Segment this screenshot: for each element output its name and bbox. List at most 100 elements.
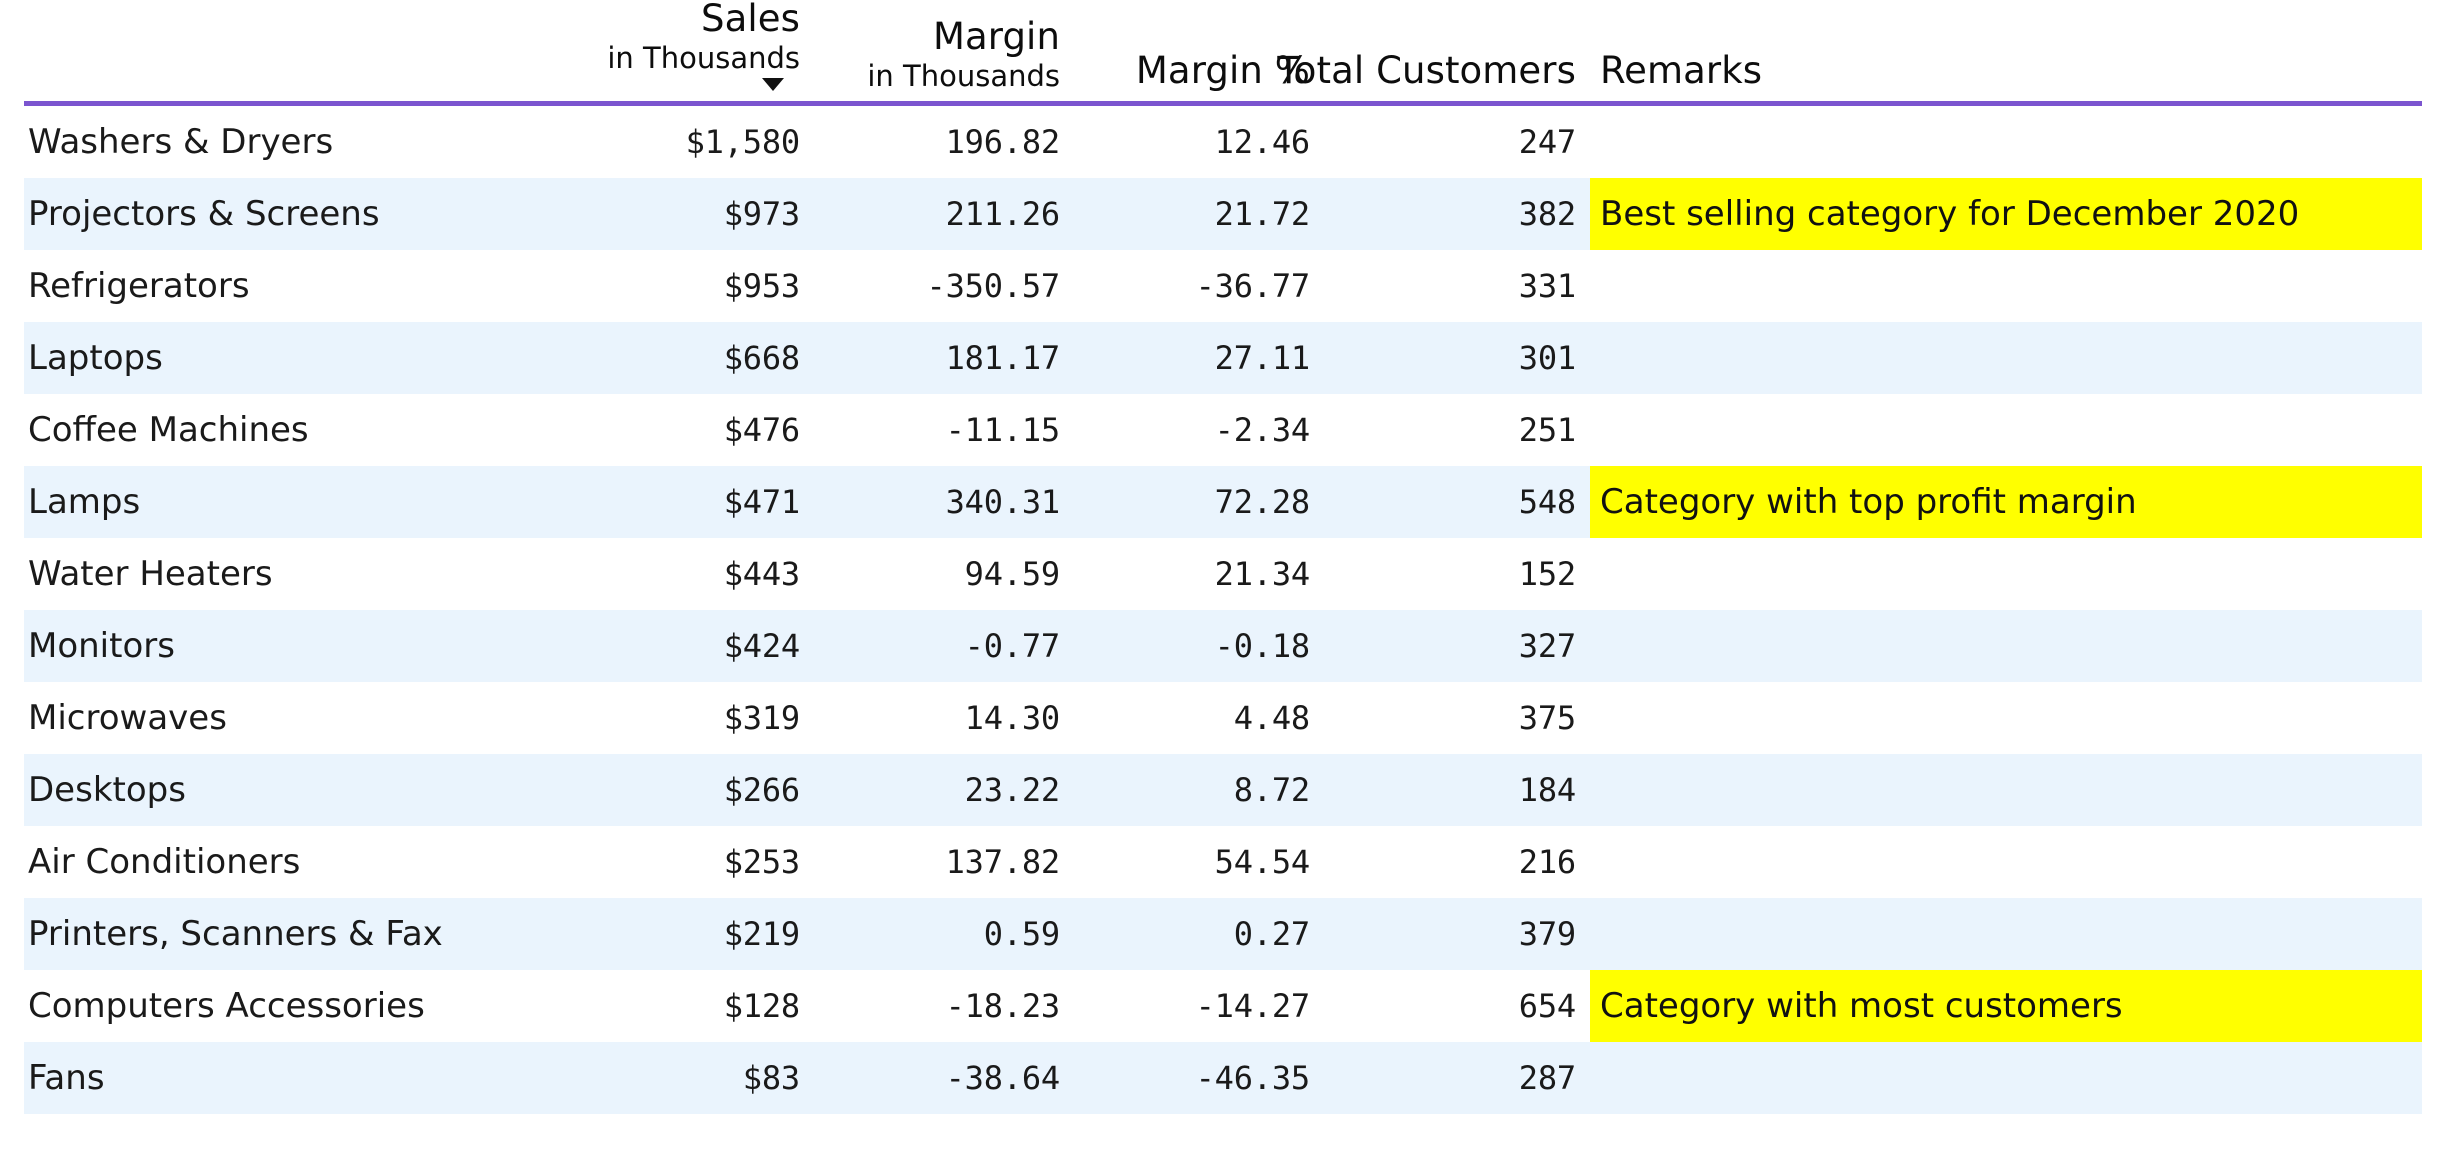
column-header-title: Remarks bbox=[1600, 49, 1763, 93]
cell-sales: $1,580 bbox=[574, 103, 814, 179]
table-row[interactable]: Printers, Scanners & Fax $219 0.59 0.27 379 bbox=[24, 898, 2422, 971]
table-row[interactable]: Microwaves $319 14.30 4.48 375 bbox=[24, 682, 2422, 755]
cell-remarks bbox=[1590, 754, 2422, 827]
cell-sales: $319 bbox=[574, 682, 814, 755]
remark-empty bbox=[1590, 1042, 2422, 1114]
cell-remarks bbox=[1590, 322, 2422, 395]
cell-category: Printers, Scanners & Fax bbox=[24, 898, 574, 971]
cell-margin: 181.17 bbox=[814, 322, 1074, 395]
cell-customers: 327 bbox=[1324, 610, 1590, 683]
cell-marginpct: 21.34 bbox=[1074, 538, 1324, 611]
cell-category: Fans bbox=[24, 1042, 574, 1115]
cell-category: Air Conditioners bbox=[24, 826, 574, 899]
column-header-title: Total Customers bbox=[1277, 49, 1576, 93]
column-header-title: Sales bbox=[701, 0, 800, 40]
cell-category: Coffee Machines bbox=[24, 394, 574, 467]
table-row[interactable]: Coffee Machines $476 -11.15 -2.34 251 bbox=[24, 394, 2422, 467]
column-header-title: Margin bbox=[933, 15, 1060, 58]
cell-customers: 301 bbox=[1324, 322, 1590, 395]
cell-customers: 654 bbox=[1324, 970, 1590, 1043]
cell-marginpct: 12.46 bbox=[1074, 103, 1324, 179]
table-row[interactable]: Desktops $266 23.22 8.72 184 bbox=[24, 754, 2422, 827]
column-header-margin[interactable]: Margin in Thousands bbox=[814, 0, 1074, 107]
column-header-stack: Total Customers bbox=[1277, 52, 1576, 91]
table-row[interactable]: Lamps $471 340.31 72.28 548 Category with top… bbox=[24, 466, 2422, 539]
cell-category: Desktops bbox=[24, 754, 574, 827]
remark-empty bbox=[1590, 322, 2422, 394]
table-visualization: Sales in Thousands Margin in Thousands Margi… bbox=[0, 0, 2445, 1154]
cell-remarks bbox=[1590, 103, 2422, 179]
column-header-stack: Remarks bbox=[1600, 52, 2422, 91]
cell-marginpct: -46.35 bbox=[1074, 1042, 1324, 1115]
cell-customers: 287 bbox=[1324, 1042, 1590, 1115]
cell-margin: 23.22 bbox=[814, 754, 1074, 827]
table-row[interactable]: Monitors $424 -0.77 -0.18 327 bbox=[24, 610, 2422, 683]
cell-sales: $668 bbox=[574, 322, 814, 395]
remark-highlight-badge: Best selling category for December 2020 bbox=[1590, 178, 2422, 251]
remark-empty bbox=[1590, 754, 2422, 826]
cell-sales: $953 bbox=[574, 250, 814, 323]
table-row[interactable]: Projectors & Screens $973 211.26 21.72 382 Be… bbox=[24, 178, 2422, 251]
table-row[interactable]: Fans $83 -38.64 -46.35 287 bbox=[24, 1042, 2422, 1115]
column-header-category[interactable] bbox=[24, 0, 574, 107]
cell-sales: $128 bbox=[574, 970, 814, 1043]
cell-sales: $476 bbox=[574, 394, 814, 467]
remark-empty bbox=[1590, 682, 2422, 754]
cell-sales: $83 bbox=[574, 1042, 814, 1115]
remark-empty bbox=[1590, 538, 2422, 610]
cell-customers: 251 bbox=[1324, 394, 1590, 467]
cell-category: Monitors bbox=[24, 610, 574, 683]
cell-sales: $973 bbox=[574, 178, 814, 251]
sales-by-category-table: Sales in Thousands Margin in Thousands Margi… bbox=[24, 0, 2422, 1115]
cell-margin: 137.82 bbox=[814, 826, 1074, 899]
remark-empty bbox=[1590, 394, 2422, 466]
cell-category: Computers Accessories bbox=[24, 970, 574, 1043]
cell-marginpct: 27.11 bbox=[1074, 322, 1324, 395]
cell-remarks bbox=[1590, 610, 2422, 683]
cell-sales: $219 bbox=[574, 898, 814, 971]
cell-marginpct: 54.54 bbox=[1074, 826, 1324, 899]
column-header-remarks[interactable]: Remarks bbox=[1590, 0, 2422, 107]
remark-empty bbox=[1590, 898, 2422, 970]
table-header: Sales in Thousands Margin in Thousands Margi… bbox=[24, 0, 2422, 107]
column-header-customers[interactable]: Total Customers bbox=[1277, 0, 1590, 107]
cell-remarks bbox=[1590, 826, 2422, 899]
cell-margin: -350.57 bbox=[814, 250, 1074, 323]
table-row[interactable]: Air Conditioners $253 137.82 54.54 216 bbox=[24, 826, 2422, 899]
cell-margin: 14.30 bbox=[814, 682, 1074, 755]
cell-margin: -18.23 bbox=[814, 970, 1074, 1043]
cell-margin: -11.15 bbox=[814, 394, 1074, 467]
column-header-stack: Margin % bbox=[1074, 52, 1310, 91]
cell-sales: $253 bbox=[574, 826, 814, 899]
cell-marginpct: 72.28 bbox=[1074, 466, 1324, 539]
cell-customers: 379 bbox=[1324, 898, 1590, 971]
remark-highlight-badge: Category with most customers bbox=[1590, 970, 2422, 1043]
cell-margin: 94.59 bbox=[814, 538, 1074, 611]
cell-margin: 0.59 bbox=[814, 898, 1074, 971]
remark-empty bbox=[1590, 250, 2422, 322]
column-header-subtitle: in Thousands bbox=[607, 40, 800, 75]
cell-category: Microwaves bbox=[24, 682, 574, 755]
cell-customers: 184 bbox=[1324, 754, 1590, 827]
cell-marginpct: 4.48 bbox=[1074, 682, 1324, 755]
remark-empty bbox=[1590, 610, 2422, 682]
table-row[interactable]: Computers Accessories $128 -18.23 -14.27 654… bbox=[24, 970, 2422, 1043]
column-header-stack: Sales in Thousands bbox=[574, 0, 800, 92]
cell-marginpct: 8.72 bbox=[1074, 754, 1324, 827]
table-row[interactable]: Refrigerators $953 -350.57 -36.77 331 bbox=[24, 250, 2422, 323]
cell-remarks: Category with top profit margin bbox=[1590, 466, 2422, 539]
cell-remarks: Category with most customers bbox=[1590, 970, 2422, 1043]
sort-descending-icon[interactable] bbox=[762, 78, 784, 92]
cell-remarks bbox=[1590, 394, 2422, 467]
cell-remarks: Best selling category for December 2020 bbox=[1590, 178, 2422, 251]
cell-remarks bbox=[1590, 538, 2422, 611]
table-body: Washers & Dryers $1,580 196.82 12.46 247 Proj… bbox=[24, 103, 2422, 1115]
column-header-sales[interactable]: Sales in Thousands bbox=[574, 0, 814, 107]
table-row[interactable]: Washers & Dryers $1,580 196.82 12.46 247 bbox=[24, 103, 2422, 179]
cell-marginpct: 21.72 bbox=[1074, 178, 1324, 251]
table-row[interactable]: Water Heaters $443 94.59 21.34 152 bbox=[24, 538, 2422, 611]
cell-margin: -0.77 bbox=[814, 610, 1074, 683]
header-row: Sales in Thousands Margin in Thousands Margi… bbox=[24, 0, 2422, 107]
cell-category: Refrigerators bbox=[24, 250, 574, 323]
table-row[interactable]: Laptops $668 181.17 27.11 301 bbox=[24, 322, 2422, 395]
